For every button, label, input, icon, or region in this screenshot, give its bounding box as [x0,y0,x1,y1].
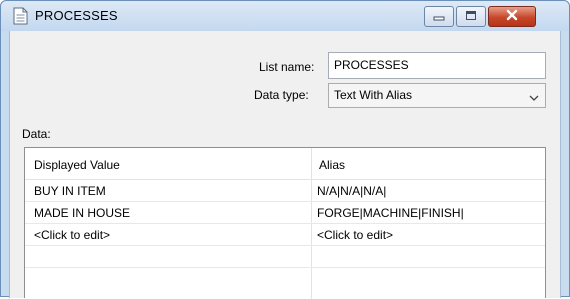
data-label: Data: [22,127,51,141]
alias-cell[interactable]: <Click to edit> [317,228,393,242]
displayed-value-cell[interactable]: BUY IN ITEM [34,184,106,198]
column-header-displayed-value[interactable]: Displayed Value [34,158,120,172]
close-button[interactable] [488,6,536,27]
chevron-down-icon[interactable] [529,91,539,101]
table-row-new[interactable]: <Click to edit> <Click to edit> [25,224,545,246]
displayed-value-cell[interactable]: MADE IN HOUSE [34,206,130,220]
close-icon [506,9,518,24]
minimize-button[interactable] [424,6,454,27]
minimize-icon [433,10,445,24]
window-document-icon [13,7,28,25]
maximize-icon [465,10,477,24]
window-title: PROCESSES [35,8,118,23]
title-bar[interactable]: PROCESSES [1,1,569,31]
table-row[interactable]: BUY IN ITEM N/A|N/A|N/A| [25,180,545,202]
column-header-alias[interactable]: Alias [319,158,345,172]
alias-cell[interactable]: FORGE|MACHINE|FINISH| [317,206,464,220]
alias-cell[interactable]: N/A|N/A|N/A| [317,184,386,198]
data-grid[interactable]: Displayed Value Alias BUY IN ITEM N/A|N/… [24,147,546,299]
displayed-value-cell[interactable]: <Click to edit> [34,228,110,242]
dialog-body: List name: PROCESSES Data type: Text Wit… [9,31,561,299]
data-type-label: Data type: [254,88,309,102]
list-name-input[interactable]: PROCESSES [328,52,546,79]
table-row[interactable]: MADE IN HOUSE FORGE|MACHINE|FINISH| [25,202,545,224]
data-type-select[interactable]: Text With Alias [328,83,546,108]
table-row-empty [25,246,545,268]
grid-header: Displayed Value Alias [25,148,545,180]
processes-window: PROCESSES List name: PROCESSES Data type… [0,0,570,299]
list-name-label: List name: [259,60,315,74]
data-type-value: Text With Alias [334,88,413,102]
maximize-button[interactable] [456,6,486,27]
